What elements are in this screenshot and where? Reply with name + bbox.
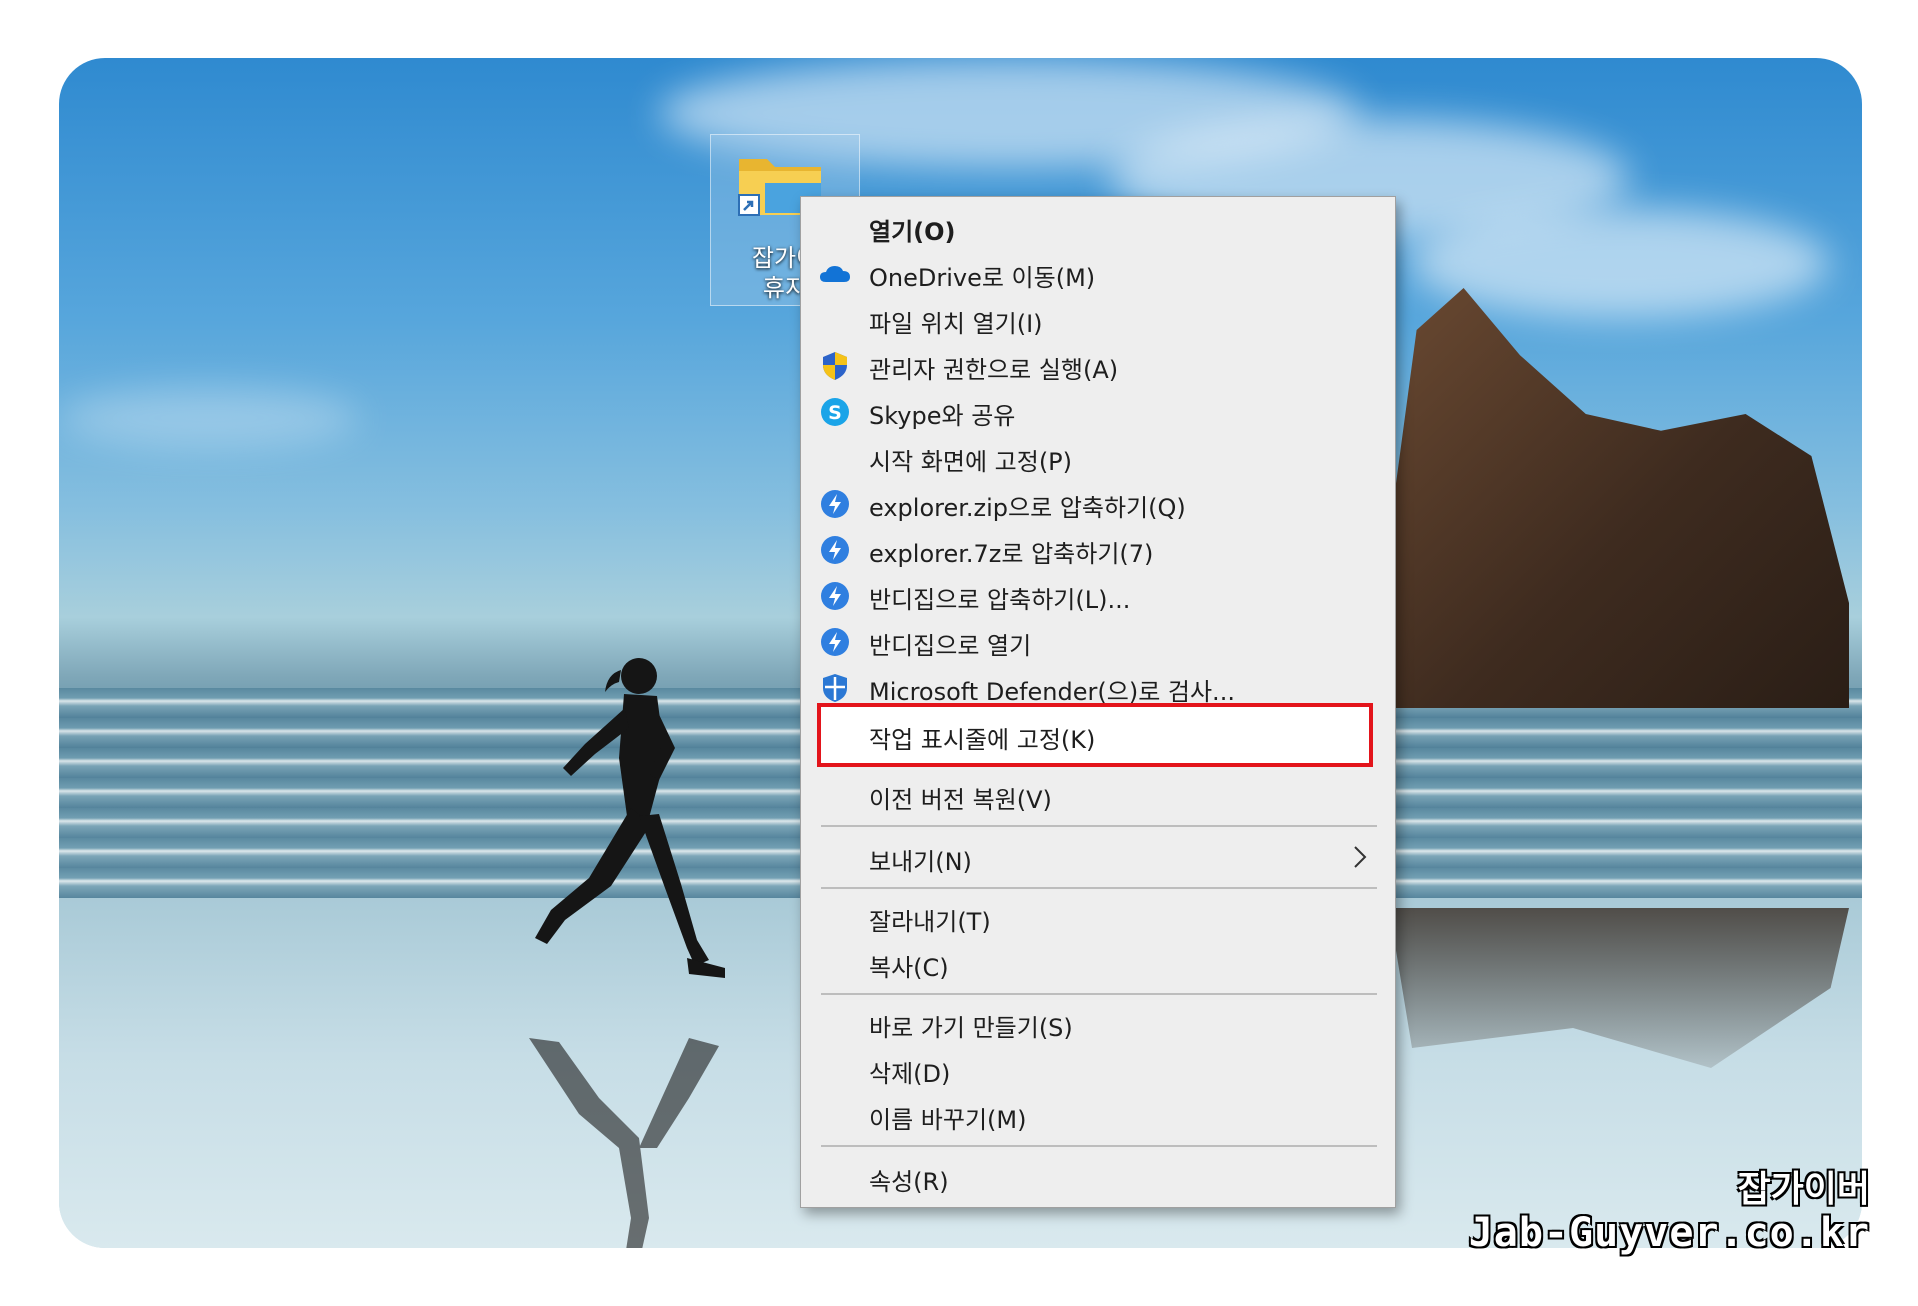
- context-menu: 열기(O) OneDrive로 이동(M) 파일 위치 열기(I) 관리자 권한…: [800, 196, 1396, 1208]
- menu-item-label: 바로 가기 만들기(S): [869, 1014, 1073, 1042]
- menu-separator: [821, 825, 1377, 827]
- menu-item-label: 이름 바꾸기(M): [869, 1106, 1027, 1134]
- watermark-url: Jab-Guyver.co.kr: [1468, 1210, 1870, 1256]
- menu-item-rename[interactable]: 이름 바꾸기(M): [801, 1093, 1395, 1137]
- menu-item-label: 반디집으로 압축하기(L)...: [869, 586, 1131, 614]
- menu-item-copy[interactable]: 복사(C): [801, 941, 1395, 985]
- menu-item-label: 보내기(N): [869, 848, 972, 876]
- menu-item-label: 복사(C): [869, 954, 949, 982]
- menu-separator: [821, 887, 1377, 889]
- watermark-title: 잡가이버: [1737, 1169, 1870, 1210]
- menu-item-cut[interactable]: 잘라내기(T): [801, 895, 1395, 939]
- menu-item-label: 반디집으로 열기: [869, 632, 1032, 660]
- menu-item-onedrive-move[interactable]: OneDrive로 이동(M): [801, 251, 1395, 295]
- menu-item-pin-start[interactable]: 시작 화면에 고정(P): [801, 435, 1395, 479]
- menu-item-share-skype[interactable]: S Skype와 공유: [801, 389, 1395, 433]
- svg-text:S: S: [828, 402, 842, 424]
- chevron-right-icon: [1354, 846, 1367, 868]
- menu-item-label: 파일 위치 열기(I): [869, 310, 1043, 338]
- runner-reflection: [529, 1038, 719, 1248]
- menu-item-send-to[interactable]: 보내기(N): [801, 835, 1395, 879]
- menu-item-label: 속성(R): [869, 1168, 949, 1196]
- menu-item-open-file-location[interactable]: 파일 위치 열기(I): [801, 297, 1395, 341]
- menu-item-delete[interactable]: 삭제(D): [801, 1047, 1395, 1091]
- menu-item-open[interactable]: 열기(O): [801, 205, 1395, 249]
- onedrive-cloud-icon: [820, 266, 850, 282]
- menu-separator: [821, 1145, 1377, 1147]
- bandizip-icon: [821, 582, 849, 610]
- menu-item-label: explorer.zip으로 압축하기(Q): [869, 494, 1186, 522]
- menu-item-label: Microsoft Defender(으)로 검사...: [869, 678, 1235, 706]
- menu-item-open-bandizip[interactable]: 반디집으로 열기: [801, 619, 1395, 663]
- watermark: 잡가이버 Jab-Guyver.co.kr: [1468, 1169, 1870, 1257]
- menu-separator: [821, 993, 1377, 995]
- menu-item-run-as-admin[interactable]: 관리자 권한으로 실행(A): [801, 343, 1395, 387]
- menu-item-label: Skype와 공유: [869, 402, 1016, 430]
- bandizip-icon: [821, 628, 849, 656]
- bandizip-icon: [821, 490, 849, 518]
- menu-item-label: 삭제(D): [869, 1060, 951, 1088]
- menu-item-create-shortcut[interactable]: 바로 가기 만들기(S): [801, 1001, 1395, 1045]
- defender-icon: [823, 674, 847, 702]
- bandizip-icon: [821, 536, 849, 564]
- menu-item-label: explorer.7z로 압축하기(7): [869, 540, 1154, 568]
- menu-item-label: OneDrive로 이동(M): [869, 264, 1096, 292]
- menu-item-label: 이전 버전 복원(V): [869, 786, 1052, 814]
- menu-item-properties[interactable]: 속성(R): [801, 1155, 1395, 1199]
- menu-item-label: 시작 화면에 고정(P): [869, 448, 1073, 476]
- menu-item-restore-previous[interactable]: 이전 버전 복원(V): [801, 773, 1395, 817]
- menu-item-label: 잘라내기(T): [869, 908, 991, 936]
- menu-item-compress-bandizip[interactable]: 반디집으로 압축하기(L)...: [801, 573, 1395, 617]
- uac-shield-icon: [823, 352, 847, 380]
- menu-item-label: 관리자 권한으로 실행(A): [869, 356, 1119, 384]
- menu-item-label: 작업 표시줄에 고정(K): [869, 726, 1096, 754]
- cloud: [59, 388, 359, 448]
- sea-rock: [1379, 288, 1849, 708]
- runner-silhouette: [535, 658, 725, 978]
- menu-item-compress-7z[interactable]: explorer.7z로 압축하기(7): [801, 527, 1395, 571]
- skype-icon: S: [821, 398, 849, 426]
- menu-item-defender-scan[interactable]: Microsoft Defender(으)로 검사...: [801, 665, 1395, 709]
- menu-item-label: 열기(O): [869, 218, 956, 246]
- menu-item-pin-taskbar[interactable]: 작업 표시줄에 고정(K): [801, 713, 1395, 757]
- menu-item-compress-zip[interactable]: explorer.zip으로 압축하기(Q): [801, 481, 1395, 525]
